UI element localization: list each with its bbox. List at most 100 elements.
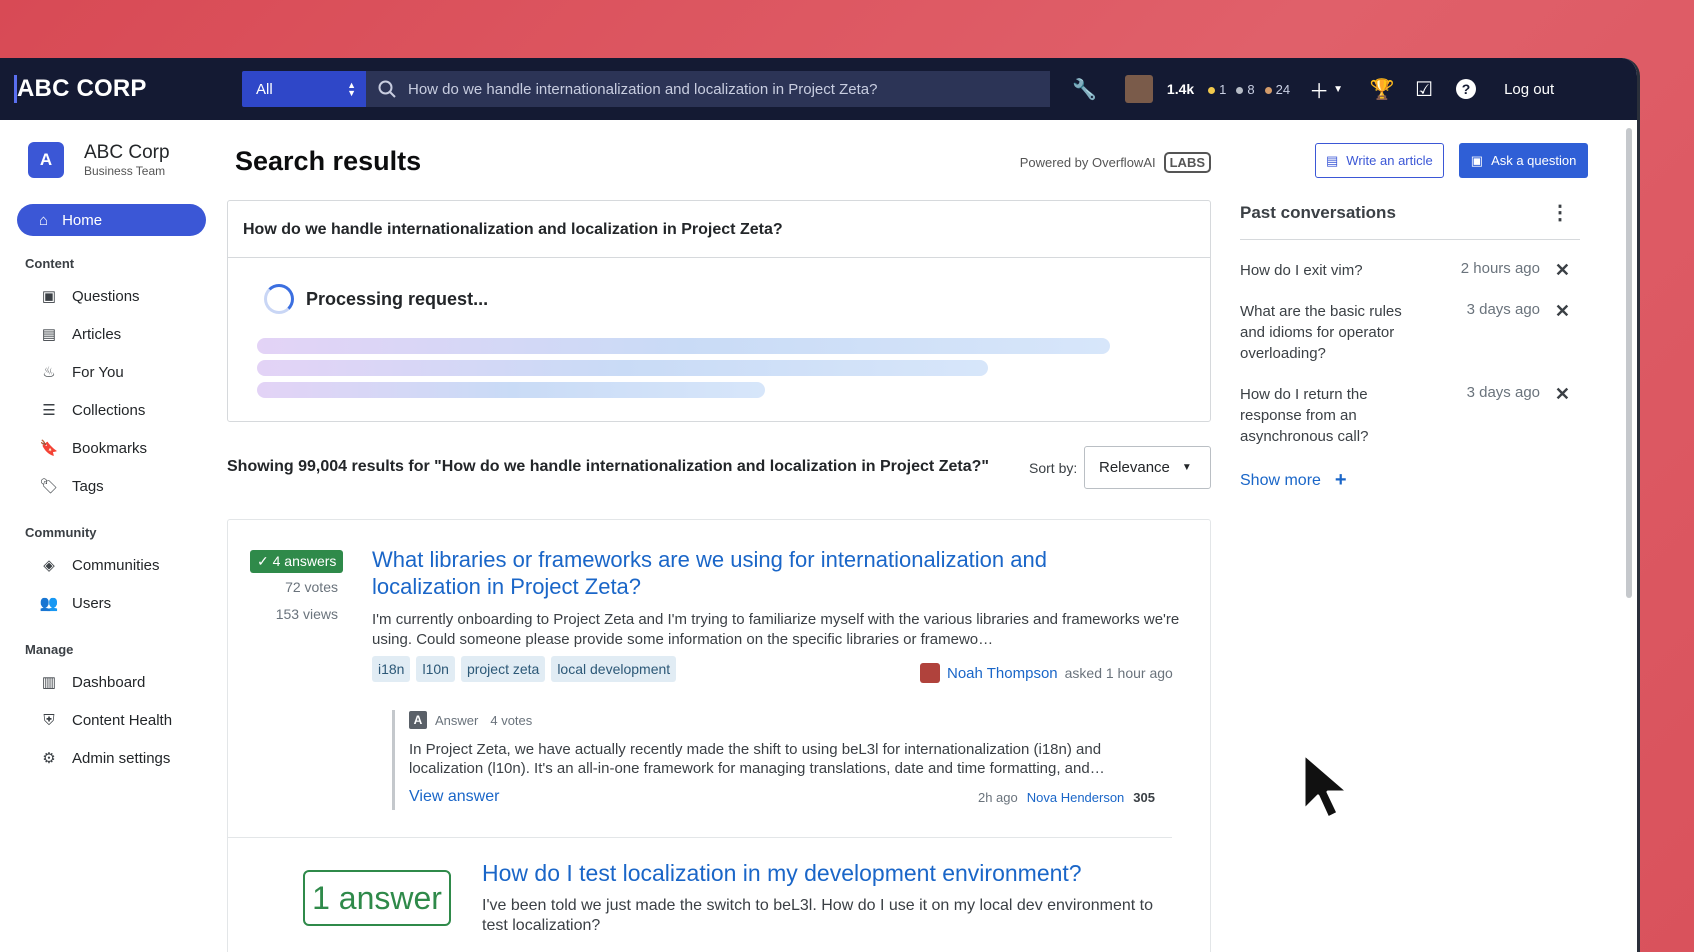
top-bar: ABC CORP All ▲ ▼ How do we handle interna… [0,58,1637,120]
author-avatar[interactable] [920,663,940,683]
app-logo[interactable]: ABC CORP [14,75,242,103]
sidebar-item-content-health[interactable]: ⛨ Content Health [40,701,215,739]
review-icon[interactable]: ☑ [1410,75,1438,103]
processing-status: Processing request... [264,284,1210,314]
bronze-badge-icon [1264,86,1272,94]
sidebar-item-label: Communities [72,556,160,574]
main-content: Search results Powered by OverflowAI LAB… [227,120,1211,952]
plus-icon[interactable]: ＋ ▼ [1309,75,1343,103]
answer-preview: A Answer 4 votes In Project Zeta, we hav… [392,710,1155,810]
labs-badge: LABS [1163,152,1211,173]
conversation-title[interactable]: How do I return the response from an asy… [1240,384,1430,447]
user-avatar[interactable] [1124,75,1153,103]
conversation-time: 3 days ago [1466,384,1540,401]
question-excerpt: I've been told we just made the switch t… [482,897,1153,934]
tag-list: i18n l10n project zeta local development [372,656,677,682]
sidebar-item-for-you[interactable]: ♨ For You [40,353,215,391]
scrollbar[interactable] [1626,128,1632,598]
logout-button[interactable]: Log out [1504,81,1554,98]
search-icon [378,80,396,98]
tag-icon: 🏷 [39,478,59,495]
answer-header: A Answer 4 votes [409,710,1152,730]
answer-time: 2h ago [977,790,1018,805]
conversation-title[interactable]: What are the basic rules and idioms for … [1240,301,1430,364]
tag[interactable]: local development [551,656,677,682]
answer-author-rep: 305 [1133,790,1155,805]
sidebar-item-admin-settings[interactable]: ⚙ Admin settings [40,739,215,777]
page-actions: ▤ Write an article ▣ Ask a question [1315,143,1589,178]
search-scope-select[interactable]: All ▲ ▼ [242,71,366,107]
org-subtitle: Business Team [84,164,166,178]
left-sidebar: A ABC Corp Business Team ⌂ Home Content … [0,120,215,952]
view-count: 153 views [275,606,338,622]
users-icon: 👥 [39,595,59,612]
bronze-badge-value: 24 [1275,81,1291,97]
sidebar-item-questions[interactable]: ▣ Questions [40,277,215,315]
gear-icon: ⚙ [42,750,56,767]
ai-query-text: How do we handle internationalization an… [228,201,1210,258]
sidebar-item-communities[interactable]: ◈ Communities [40,546,215,584]
silver-badge-icon [1236,86,1244,94]
answer-count-badge: 1 answer [303,870,451,926]
author-name-link[interactable]: Noah Thompson [947,665,1058,682]
search-input[interactable]: How do we handle internationalization an… [366,71,1050,107]
sidebar-item-collections[interactable]: ☰ Collections [40,391,215,429]
conversation-item[interactable]: How do I return the response from an asy… [1240,384,1580,447]
past-conversations-title: Past conversations [1240,202,1396,222]
topbar-actions: 🔧 1.4k 1 8 24 ＋ ▼ 🏆 ☑ ? Log out [1072,75,1554,103]
conversation-item[interactable]: How do I exit vim? 2 hours ago ✕ [1240,260,1580,281]
tag[interactable]: l10n [416,656,455,682]
answer-count-badge: ✓ 4 answers [250,550,344,573]
trophy-icon[interactable]: 🏆 [1368,75,1396,103]
sidebar-item-users[interactable]: 👥 Users [40,584,215,622]
communities-icon: ◈ [43,557,55,574]
flame-icon: ♨ [42,364,56,381]
sidebar-item-label: For You [72,363,124,381]
conversation-title[interactable]: How do I exit vim? [1240,260,1430,281]
conversation-item[interactable]: What are the basic rules and idioms for … [1240,301,1580,364]
gold-badge-count: 1 [1208,82,1226,97]
sort-select[interactable]: Relevance ▼ [1084,446,1211,489]
sidebar-item-home[interactable]: ⌂ Home [17,204,206,236]
results-summary: Showing 99,004 results for "How do we ha… [227,458,989,475]
tag[interactable]: i18n [372,656,411,682]
gold-badge-value: 1 [1219,81,1227,97]
tag[interactable]: project zeta [460,656,546,682]
sidebar-section-community: Community [25,525,97,540]
org-switcher[interactable]: A ABC Corp Business Team [28,142,215,178]
close-icon[interactable]: ✕ [1540,384,1570,447]
close-icon[interactable]: ✕ [1540,301,1570,364]
view-answer-link[interactable]: View answer [409,788,499,806]
shield-icon: ⛨ [43,711,55,729]
sidebar-item-label: Collections [72,401,146,419]
sidebar-item-bookmarks[interactable]: 🔖 Bookmarks [40,429,215,467]
loading-skeleton-line [257,382,765,398]
write-article-button[interactable]: ▤ Write an article [1315,143,1444,178]
sidebar-item-label: Articles [72,325,122,343]
sidebar-item-dashboard[interactable]: ▥ Dashboard [40,663,215,701]
sidebar-item-articles[interactable]: ▤ Articles [40,315,215,353]
powered-by: Powered by OverflowAI LABS [1020,152,1211,173]
question-title-link[interactable]: How do I test localization in my develop… [482,860,1082,887]
org-avatar: A [28,142,64,178]
ask-question-button[interactable]: ▣ Ask a question [1458,143,1589,178]
answer-author-link[interactable]: Nova Henderson [1027,790,1125,805]
loading-skeleton-line [257,360,988,376]
svg-text:?: ? [1462,81,1471,97]
conversation-time: 2 hours ago [1460,260,1540,277]
home-icon: ⌂ [39,211,49,229]
question-title-link[interactable]: What libraries or frameworks are we usin… [372,546,1132,600]
sidebar-item-tags[interactable]: 🏷 Tags [39,467,215,505]
sidebar-item-label: Questions [72,287,140,305]
kebab-menu-icon[interactable]: ⋮ [1550,200,1570,225]
user-badges: 1 8 24 [1208,82,1290,97]
wrench-icon[interactable]: 🔧 [1072,77,1097,102]
vote-count: 72 votes [285,579,338,595]
close-icon[interactable]: ✕ [1540,260,1570,281]
question-author: Noah Thompson asked 1 hour ago [920,663,1173,683]
show-more-label: Show more [1240,471,1321,489]
show-more-button[interactable]: Show more + [1240,469,1580,492]
article-icon: ▤ [1326,152,1339,168]
articles-icon: ▤ [41,326,57,343]
help-icon[interactable]: ? [1452,75,1480,103]
